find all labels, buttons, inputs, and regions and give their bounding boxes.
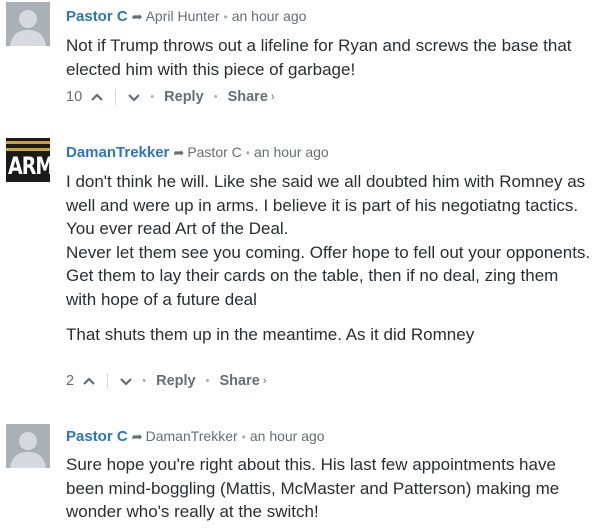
comment-paragraph: Never let them see you coming. Offer hop… [66,242,591,309]
comment-header: Pastor C ➦ April Hunter • an hour ago [66,6,306,26]
avatar-stripe [6,141,50,144]
comment-paragraph: I don't think he will. Like she said we … [66,172,586,238]
timestamp[interactable]: an hour ago [232,8,307,24]
comment-paragraph: Sure hope you're right about this. His l… [66,455,560,521]
chevron-right-icon: › [270,91,275,104]
separator-dot: • [205,375,210,388]
reply-button[interactable]: Reply [164,87,204,107]
comment-header: DamanTrekker ➦ Pastor C • an hour ago [66,142,329,162]
vote-divider [107,373,109,390]
upvote-count: 10 [66,89,83,106]
author-name[interactable]: DamanTrekker [66,144,169,161]
timestamp[interactable]: an hour ago [254,144,329,160]
comment-footer: 2 • Reply • Share › [66,371,267,391]
comment-paragraph: Not if Trump throws out a lifeline for R… [66,36,572,79]
reply-arrow-icon: ➦ [173,145,185,160]
separator-dot: • [142,375,147,388]
comment-footer: 10 • Reply • Share › [66,87,275,107]
chevron-down-icon[interactable] [128,87,141,107]
chevron-up-icon[interactable] [91,87,103,107]
separator-dot: • [223,10,228,24]
separator-dot: • [241,430,246,444]
comment-header: Pastor C ➦ DamanTrekker • an hour ago [66,426,325,446]
comment-body: I don't think he will. Like she said we … [66,170,591,347]
avatar-stripe [6,148,50,151]
separator-dot: • [150,91,155,104]
chevron-right-icon: › [262,375,267,388]
chevron-down-icon[interactable] [120,371,132,391]
author-name[interactable]: Pastor C [66,8,128,25]
timestamp[interactable]: an hour ago [250,428,325,444]
reply-arrow-icon: ➦ [131,429,143,444]
chevron-up-icon[interactable] [83,371,95,391]
author-name[interactable]: Pastor C [66,428,128,445]
comment-body: Sure hope you're right about this. His l… [66,453,591,524]
parent-author[interactable]: DamanTrekker [146,428,238,444]
reply-arrow-icon: ➦ [131,9,143,24]
default-avatar-icon [6,424,50,468]
upvote-count: 2 [66,373,75,390]
share-button[interactable]: Share [228,87,268,107]
vote-divider [115,89,117,106]
separator-dot: • [213,91,218,104]
reply-button[interactable]: Reply [156,371,196,391]
share-button[interactable]: Share [220,371,260,391]
default-avatar-icon [6,2,50,46]
parent-author[interactable]: April Hunter [146,8,220,24]
comment-paragraph: That shuts them up in the meantime. As i… [66,325,475,344]
comment-body: Not if Trump throws out a lifeline for R… [66,34,591,81]
avatar-text: ARMY [8,152,50,180]
avatar[interactable]: ARMY [6,138,50,182]
separator-dot: • [245,146,250,160]
avatar[interactable] [6,2,50,46]
parent-author[interactable]: Pastor C [187,144,241,160]
avatar[interactable] [6,424,50,468]
